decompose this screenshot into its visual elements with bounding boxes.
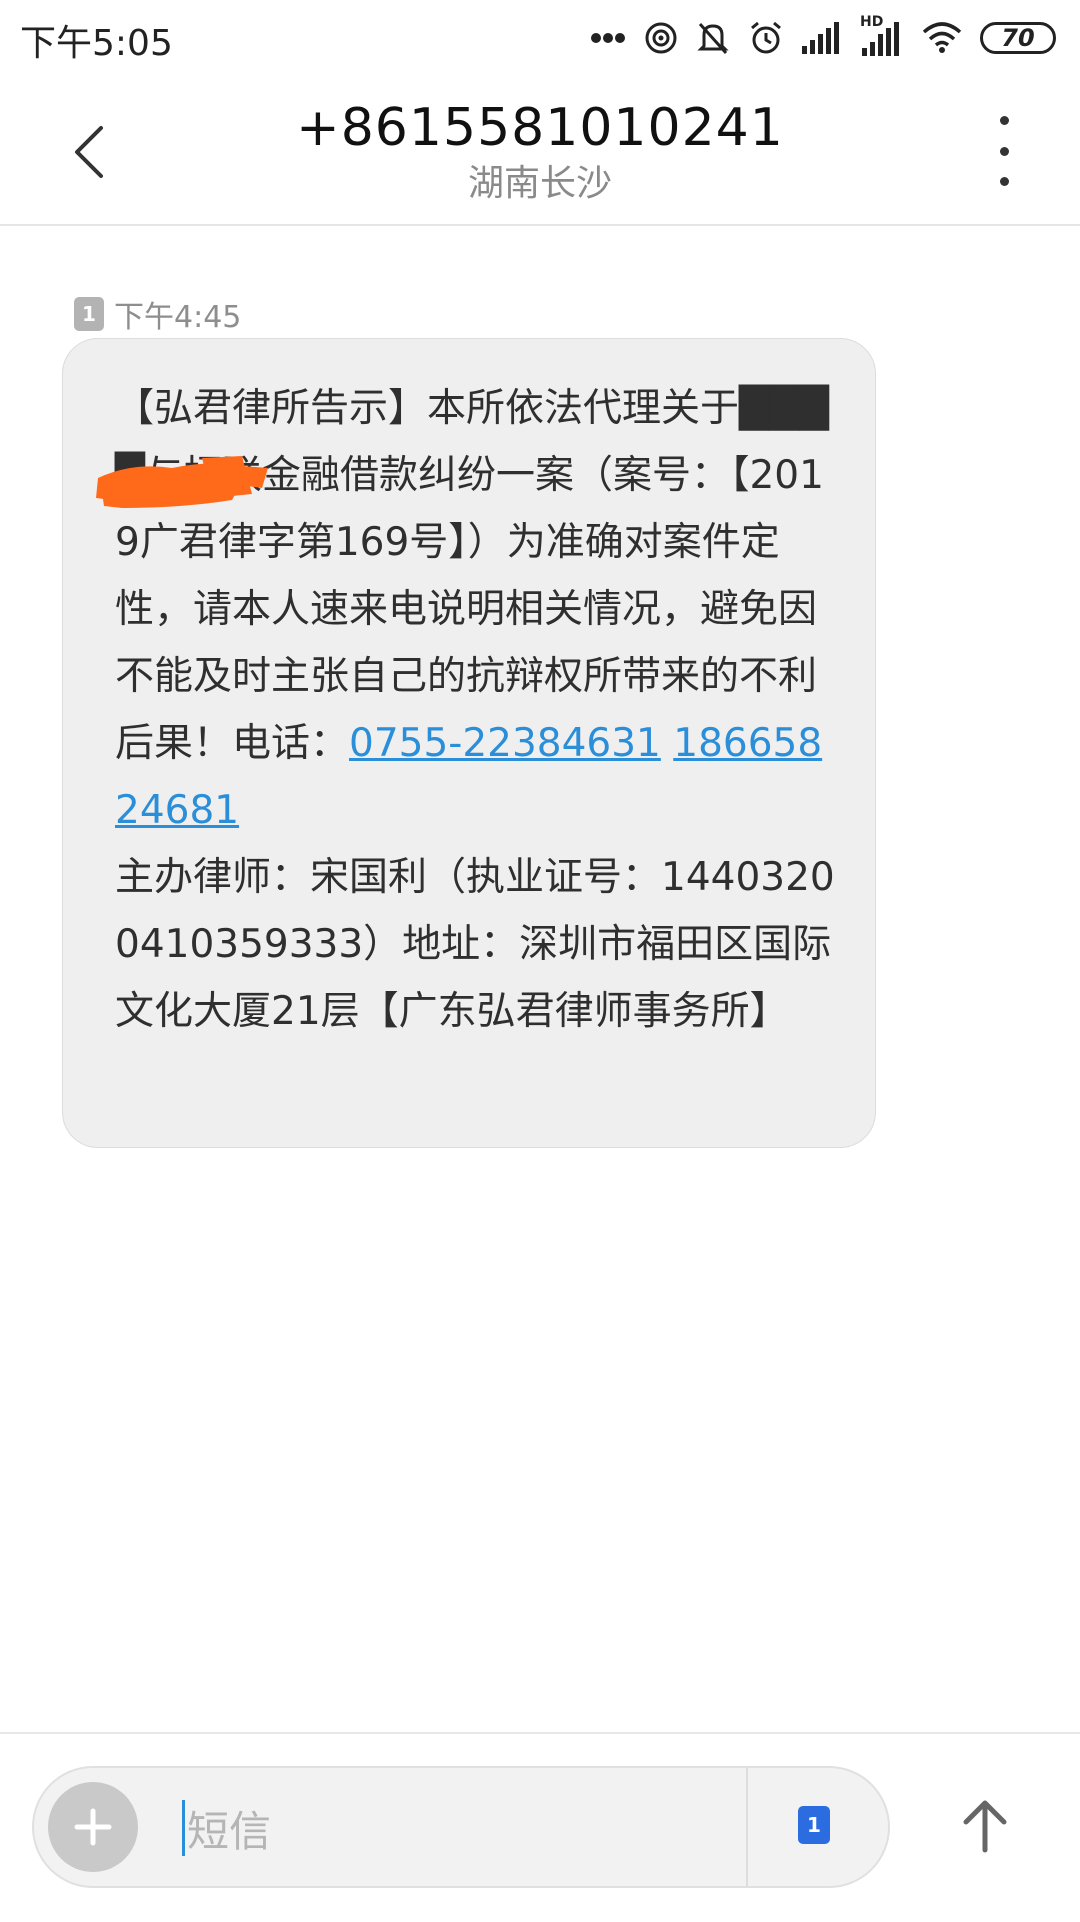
conversation-header: +8615581010241 湖南长沙 [0,76,1080,226]
phone-link-1[interactable]: 0755-22384631 [349,721,661,766]
message-meta: 1 下午4:45 [74,292,241,336]
arrow-up-icon [963,1800,1007,1853]
hd-signal-icon: HD [860,14,904,58]
input-divider [746,1768,748,1886]
status-bar: 下午5:05 HD 70 [0,0,1080,76]
mute-bell-icon [697,22,729,55]
sim-badge: 1 [74,297,104,331]
menu-dot [999,177,1009,186]
more-options-button[interactable] [984,116,1024,186]
compose-bar: 短信 1 [0,1732,1080,1922]
signal-icon [802,22,839,54]
send-button[interactable] [950,1786,1020,1866]
plus-icon [74,1808,112,1846]
message-input-placeholder: 短信 [187,1806,272,1856]
text-cursor [182,1800,185,1856]
contact-title: +8615581010241 湖南长沙 [0,98,1080,206]
status-icons: HD 70 [590,14,1056,60]
compose-pill: 短信 1 [32,1766,890,1888]
phone-number: +8615581010241 [296,98,784,158]
battery-icon: 70 [980,22,1056,54]
menu-dot [999,116,1009,125]
message-text-cont: 主办律师：宋国利（执业证号：14403200410359333）地址：深圳市福田… [115,855,835,1034]
alarm-icon [751,21,781,54]
more-dots-icon [591,33,625,43]
message-time: 下午4:45 [114,300,242,335]
menu-dot [999,146,1009,156]
message-text: 【弘君律所告示】本所依法代理关于████与招联金融借款纠纷一案（案号：【2019… [115,386,829,766]
status-time: 下午5:05 [20,23,173,64]
hotspot-icon [645,22,677,54]
add-attachment-button[interactable] [48,1782,138,1872]
message-input[interactable]: 短信 [182,1792,742,1864]
sim-select-button[interactable]: 1 [798,1806,830,1844]
contact-location: 湖南长沙 [467,163,612,204]
wifi-icon [922,22,962,53]
redaction-scribble [96,456,268,508]
